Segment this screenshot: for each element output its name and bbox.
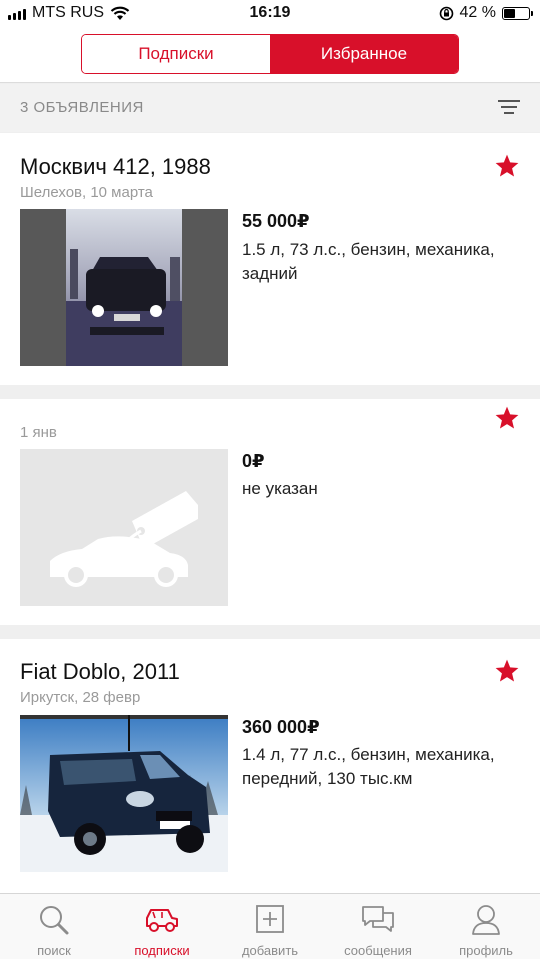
listing-specs: 1.4 л, 77 л.с., бензин, механика, передн…	[242, 745, 495, 788]
tab-profile[interactable]: профиль	[432, 894, 540, 959]
car-tag-placeholder-icon	[50, 491, 198, 587]
add-icon	[256, 905, 284, 933]
listing-card[interactable]: 1 янв 0₽ не указан	[0, 399, 540, 625]
tab-search[interactable]: поиск	[0, 894, 108, 959]
segmented-control: Подписки Избранное	[81, 34, 459, 74]
listing-card[interactable]: Москвич 412, 1988 Шелехов, 10 марта 55 0…	[0, 133, 540, 385]
tab-subscriptions[interactable]: Подписки	[82, 35, 270, 73]
listing-photo-placeholder[interactable]	[20, 449, 228, 606]
listing-meta: 1 янв	[20, 424, 57, 441]
favorite-star-icon[interactable]	[494, 658, 520, 684]
orientation-lock-icon	[439, 6, 453, 20]
status-right: 42 %	[439, 4, 533, 22]
car-photo-image	[20, 715, 228, 872]
top-header: Подписки Избранное	[0, 28, 540, 83]
sort-lines-icon[interactable]	[498, 98, 520, 118]
listing-meta: Шелехов, 10 марта	[20, 184, 153, 201]
profile-icon	[472, 905, 500, 935]
listing-count-bar: 3 ОБЪЯВЛЕНИЯ	[0, 84, 540, 132]
bottom-tab-bar: поиск подписки добавить сообщения профил…	[0, 893, 540, 959]
listing-price: 0₽	[242, 451, 265, 471]
listing-meta: Иркутск, 28 февр	[20, 689, 141, 706]
tab-add[interactable]: добавить	[216, 894, 324, 959]
status-bar: MTS RUS 16:19 42 %	[0, 0, 540, 28]
tab-subscriptions-nav[interactable]: подписки	[108, 894, 216, 959]
listing-photo[interactable]	[20, 209, 228, 366]
favorite-star-icon[interactable]	[494, 153, 520, 179]
search-icon	[40, 906, 69, 935]
tab-favorites[interactable]: Избранное	[270, 35, 458, 73]
listing-title: Fiat Doblo, 2011	[20, 659, 180, 684]
listing-price: 360 000₽	[242, 717, 320, 737]
battery-icon	[502, 6, 533, 20]
car-photo-image	[20, 209, 228, 366]
listing-specs: 1.5 л, 73 л.с., бензин, механика, задний	[242, 240, 495, 283]
tab-messages[interactable]: сообщения	[324, 894, 432, 959]
listing-title: Москвич 412, 1988	[20, 154, 211, 179]
listing-count: 3 ОБЪЯВЛЕНИЯ	[20, 99, 144, 116]
listing-specs: не указан	[242, 479, 318, 498]
favorite-star-icon[interactable]	[494, 405, 520, 431]
tab-label: добавить	[241, 943, 299, 958]
car-subscription-icon	[146, 909, 178, 932]
tab-label: сообщения	[344, 943, 412, 958]
tab-label: подписки	[134, 943, 190, 958]
listing-card[interactable]: Fiat Doblo, 2011 Иркутск, 28 февр 360 00…	[0, 639, 540, 893]
tab-label: профиль	[459, 943, 513, 958]
messages-icon	[362, 906, 394, 932]
tab-label: поиск	[37, 943, 71, 958]
app-screen: MTS RUS 16:19 42 % Подписки Избранное 3 …	[0, 0, 540, 959]
listing-photo[interactable]	[20, 715, 228, 872]
battery-percent: 42 %	[459, 4, 496, 21]
listing-price: 55 000₽	[242, 211, 310, 231]
